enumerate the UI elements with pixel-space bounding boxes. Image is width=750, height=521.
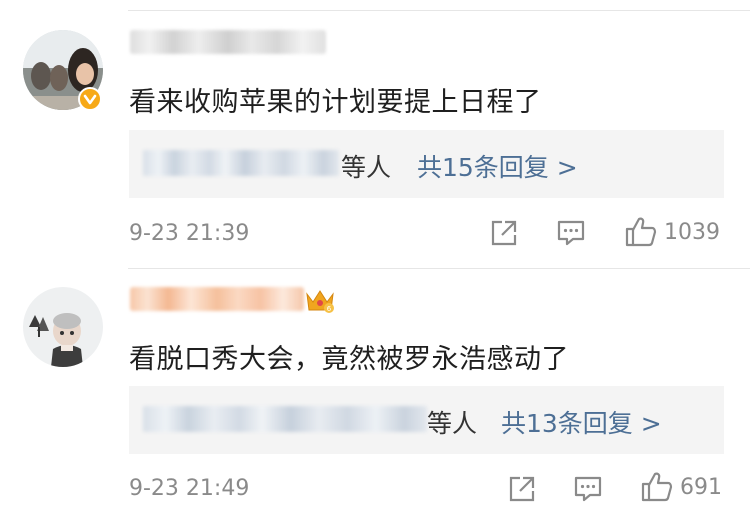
share-button[interactable]: [490, 219, 518, 247]
like-button[interactable]: 691: [640, 471, 722, 503]
share-icon: [508, 475, 536, 503]
username[interactable]: [130, 30, 326, 54]
thumbs-up-icon: [640, 471, 674, 503]
like-count: 1039: [664, 219, 720, 245]
share-button[interactable]: [508, 475, 536, 503]
like-button[interactable]: 1039: [624, 216, 720, 248]
svg-text:6: 6: [327, 305, 332, 313]
avatar[interactable]: [23, 287, 103, 367]
comment-icon: [556, 219, 586, 247]
reply-preview[interactable]: 等人 共13条回复 >: [129, 386, 724, 454]
timestamp: 9-23 21:39: [129, 221, 250, 246]
verified-badge-icon: [78, 87, 102, 111]
reply-preview[interactable]: 等人 共15条回复 >: [129, 130, 724, 198]
username[interactable]: [130, 287, 304, 311]
divider: [128, 10, 750, 11]
comment-text: 看来收购苹果的计划要提上日程了: [129, 87, 542, 118]
reply-others-label: 等人: [427, 409, 478, 438]
comment-text: 看脱口秀大会，竟然被罗永浩感动了: [129, 344, 569, 375]
reply-usernames: [143, 406, 427, 432]
like-count: 691: [680, 474, 722, 500]
comment-icon: [573, 475, 603, 503]
comment-button[interactable]: [573, 475, 603, 503]
view-replies-link[interactable]: 共15条回复 >: [417, 148, 578, 184]
comment-list: 看来收购苹果的计划要提上日程了 等人 共15条回复 > 9-23 21:39 1…: [0, 0, 750, 521]
share-icon: [490, 219, 518, 247]
crown-badge-icon: 6: [304, 286, 336, 314]
timestamp: 9-23 21:49: [129, 476, 250, 501]
comment-button[interactable]: [556, 219, 586, 247]
view-replies-link[interactable]: 共13条回复 >: [501, 404, 662, 440]
divider: [128, 268, 750, 269]
reply-others-label: 等人: [341, 153, 392, 182]
thumbs-up-icon: [624, 216, 658, 248]
reply-usernames: [143, 150, 339, 176]
